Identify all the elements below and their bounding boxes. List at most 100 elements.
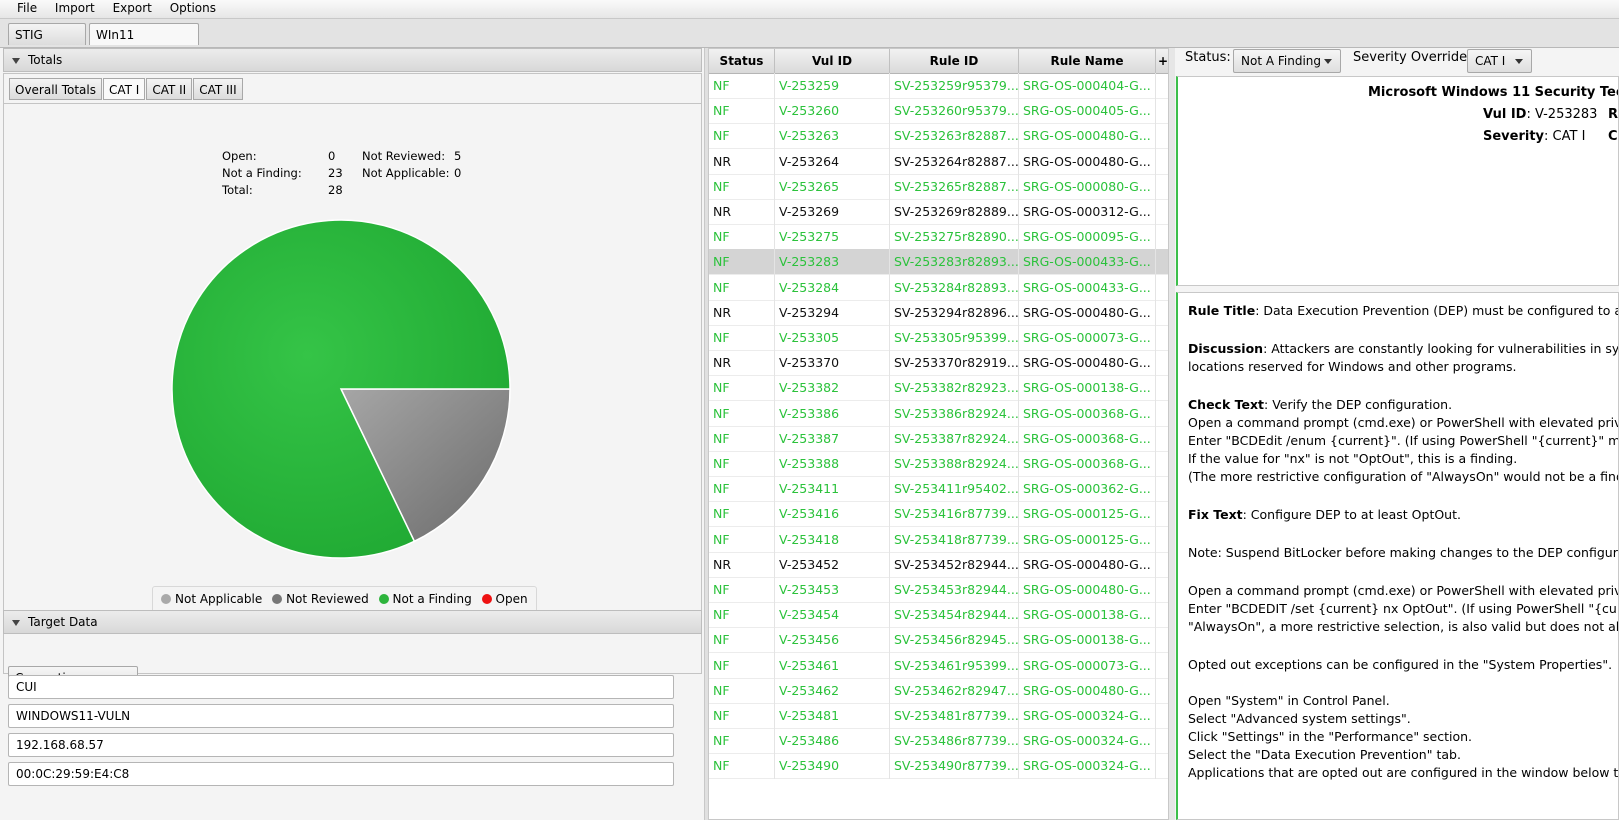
cell-rule: SV-253263r82887... bbox=[890, 123, 1019, 150]
cell-name: SRG-OS-000080-G... bbox=[1019, 173, 1156, 200]
table-row[interactable]: NF V-253456 SV-253456r82945... SRG-OS-00013… bbox=[709, 627, 1168, 654]
totals-header[interactable]: Totals bbox=[3, 48, 702, 72]
column-vul-id[interactable]: Vul ID bbox=[775, 49, 890, 73]
table-row[interactable]: NF V-253416 SV-253416r87739... SRG-OS-00012… bbox=[709, 501, 1168, 528]
severity-override-select[interactable]: CAT I bbox=[1467, 49, 1532, 73]
detail-line-text: If the value for "nx" is not "OptOut", t… bbox=[1188, 451, 1518, 466]
cell-status: NR bbox=[709, 148, 775, 175]
tab-cat-iii[interactable]: CAT III bbox=[193, 78, 243, 100]
table-row[interactable]: NF V-253418 SV-253418r87739... SRG-OS-00012… bbox=[709, 526, 1168, 553]
legend-open: Open bbox=[480, 592, 528, 606]
table-row[interactable]: NF V-253275 SV-253275r82890... SRG-OS-00009… bbox=[709, 224, 1168, 251]
cell-vul: V-253275 bbox=[775, 224, 890, 251]
detail-line: Open a command prompt (cmd.exe) or Power… bbox=[1188, 583, 1618, 598]
table-row[interactable]: NF V-253454 SV-253454r82944... SRG-OS-00013… bbox=[709, 602, 1168, 629]
detail-line-text: (The more restrictive configuration of "… bbox=[1188, 469, 1619, 484]
detail-line-text: : Attackers are constantly looking for v… bbox=[1263, 341, 1619, 356]
table-row[interactable]: NF V-253305 SV-253305r95399... SRG-OS-00007… bbox=[709, 325, 1168, 351]
chevron-down-icon bbox=[1324, 59, 1332, 64]
cell-status: NF bbox=[709, 123, 775, 150]
cell-rule: SV-253284r82893... bbox=[890, 274, 1019, 301]
table-row[interactable]: NF V-253265 SV-253265r82887... SRG-OS-00008… bbox=[709, 173, 1168, 200]
open-count: 0 bbox=[328, 149, 336, 163]
detail-line-text: Applications that are opted out are conf… bbox=[1188, 765, 1619, 780]
table-row[interactable]: NF V-253260 SV-253260r95379... SRG-OS-00040… bbox=[709, 98, 1168, 125]
status-label: Status: bbox=[1185, 50, 1231, 65]
table-row[interactable]: NF V-253382 SV-253382r82923... SRG-OS-00013… bbox=[709, 375, 1168, 402]
table-row[interactable]: NF V-253259 SV-253259r95379... SRG-OS-00040… bbox=[709, 73, 1168, 99]
table-row[interactable]: NF V-253486 SV-253486r87739... SRG-OS-00032… bbox=[709, 728, 1168, 755]
status-bar: Status: Not A Finding Severity Override:… bbox=[1175, 48, 1619, 74]
table-row[interactable]: NF V-253462 SV-253462r82947... SRG-OS-00048… bbox=[709, 677, 1168, 704]
tab-cat-ii[interactable]: CAT II bbox=[146, 78, 193, 100]
cell-status: NF bbox=[709, 451, 775, 477]
cell-vul: V-253411 bbox=[775, 476, 890, 503]
table-row[interactable]: NF V-253481 SV-253481r87739... SRG-OS-00032… bbox=[709, 703, 1168, 729]
cell-status: NF bbox=[709, 577, 775, 603]
chevron-down-icon bbox=[1515, 59, 1523, 64]
table-row[interactable]: NF V-253284 SV-253284r82893... SRG-OS-00043… bbox=[709, 274, 1168, 301]
table-row[interactable]: NF V-253386 SV-253386r82924... SRG-OS-00036… bbox=[709, 400, 1168, 427]
cat-tabs: Overall Totals CAT I CAT II CAT III bbox=[9, 78, 244, 102]
stats-labels-left: Open: Not a Finding: Total: bbox=[222, 148, 302, 199]
table-row[interactable]: NF V-253461 SV-253461r95399... SRG-OS-00007… bbox=[709, 652, 1168, 679]
ip-address-field[interactable]: 192.168.68.57 bbox=[8, 733, 674, 757]
table-row[interactable]: NF V-253283 SV-253283r82893... SRG-OS-00043… bbox=[709, 249, 1168, 276]
cell-name: SRG-OS-000368-G... bbox=[1019, 451, 1156, 477]
detail-pane: Status: Not A Finding Severity Override:… bbox=[1175, 48, 1619, 820]
collapse-triangle-icon[interactable] bbox=[12, 57, 20, 64]
menu-export[interactable]: Export bbox=[106, 0, 159, 16]
mac-address-field[interactable]: 00:0C:29:59:E4:C8 bbox=[8, 762, 674, 786]
table-row[interactable]: NF V-253411 SV-253411r95402... SRG-OS-00036… bbox=[709, 476, 1168, 503]
detail-line: Select the "Data Execution Prevention" t… bbox=[1188, 747, 1461, 762]
status-select[interactable]: Not A Finding bbox=[1233, 49, 1341, 73]
legend-dot bbox=[161, 594, 171, 604]
na-label: Not Applicable: bbox=[362, 166, 450, 180]
table-row[interactable]: NR V-253264 SV-253264r82887... SRG-OS-00048… bbox=[709, 148, 1168, 175]
cell-vul: V-253294 bbox=[775, 299, 890, 326]
cell-vul: V-253269 bbox=[775, 199, 890, 225]
detail-line-text: : Data Execution Prevention (DEP) must b… bbox=[1255, 303, 1619, 318]
table-row[interactable]: NF V-253263 SV-253263r82887... SRG-OS-00048… bbox=[709, 123, 1168, 150]
target-data-header[interactable]: Target Data bbox=[3, 610, 702, 634]
cell-rule: SV-253370r82919... bbox=[890, 350, 1019, 377]
column-rule-id[interactable]: Rule ID bbox=[890, 49, 1019, 73]
column-rule-name[interactable]: Rule Name bbox=[1019, 49, 1156, 73]
detail-line-text: Select "Advanced system settings". bbox=[1188, 711, 1411, 726]
menu-options[interactable]: Options bbox=[163, 0, 223, 16]
tab-overall-totals[interactable]: Overall Totals bbox=[9, 78, 102, 100]
table-row[interactable]: NF V-253453 SV-253453r82944... SRG-OS-00048… bbox=[709, 577, 1168, 603]
detail-line-text: "AlwaysOn", a more restrictive selection… bbox=[1188, 619, 1619, 634]
cell-rule: SV-253418r87739... bbox=[890, 526, 1019, 553]
cell-vul: V-253481 bbox=[775, 703, 890, 729]
hostname-field[interactable]: WINDOWS11-VULN bbox=[8, 704, 674, 728]
detail-line: Note: Suspend BitLocker before making ch… bbox=[1188, 545, 1618, 560]
column-status[interactable]: Status bbox=[709, 49, 775, 73]
detail-line-heading: Discussion bbox=[1188, 341, 1264, 356]
table-row[interactable]: NR V-253269 SV-253269r82889... SRG-OS-00031… bbox=[709, 199, 1168, 225]
menu-file[interactable]: File bbox=[10, 0, 44, 16]
menu-import[interactable]: Import bbox=[48, 0, 102, 16]
marking-field[interactable]: CUI bbox=[8, 675, 674, 699]
cell-status: NF bbox=[709, 753, 775, 780]
cell-status: NF bbox=[709, 703, 775, 729]
detail-line: Fix Text: Configure DEP to at least OptO… bbox=[1188, 507, 1461, 522]
add-column-button[interactable]: + bbox=[1156, 49, 1168, 73]
table-row[interactable]: NF V-253490 SV-253490r87739... SRG-OS-00032… bbox=[709, 753, 1168, 780]
detail-line: Select "Advanced system settings". bbox=[1188, 711, 1411, 726]
tab-win11-checklist[interactable]: WIn11 CheckList ✕ bbox=[89, 23, 199, 64]
cell-rule: SV-253275r82890... bbox=[890, 224, 1019, 251]
tab-cat-i[interactable]: CAT I bbox=[102, 78, 146, 100]
cell-name: SRG-OS-000138-G... bbox=[1019, 375, 1156, 402]
table-row[interactable]: NR V-253452 SV-253452r82944... SRG-OS-00048… bbox=[709, 551, 1168, 578]
table-row[interactable]: NF V-253388 SV-253388r82924... SRG-OS-00036… bbox=[709, 451, 1168, 477]
tab-stig-explorer[interactable]: STIG Explorer bbox=[8, 23, 86, 64]
table-row[interactable]: NR V-253370 SV-253370r82919... SRG-OS-00048… bbox=[709, 350, 1168, 377]
cell-vul: V-253456 bbox=[775, 627, 890, 654]
cell-rule: SV-253265r82887... bbox=[890, 173, 1019, 200]
cell-status: NF bbox=[709, 602, 775, 629]
collapse-triangle-icon[interactable] bbox=[12, 619, 20, 626]
cell-name: SRG-OS-000480-G... bbox=[1019, 123, 1156, 150]
table-row[interactable]: NF V-253387 SV-253387r82924... SRG-OS-00036… bbox=[709, 425, 1168, 452]
table-row[interactable]: NR V-253294 SV-253294r82896... SRG-OS-00048… bbox=[709, 299, 1168, 326]
